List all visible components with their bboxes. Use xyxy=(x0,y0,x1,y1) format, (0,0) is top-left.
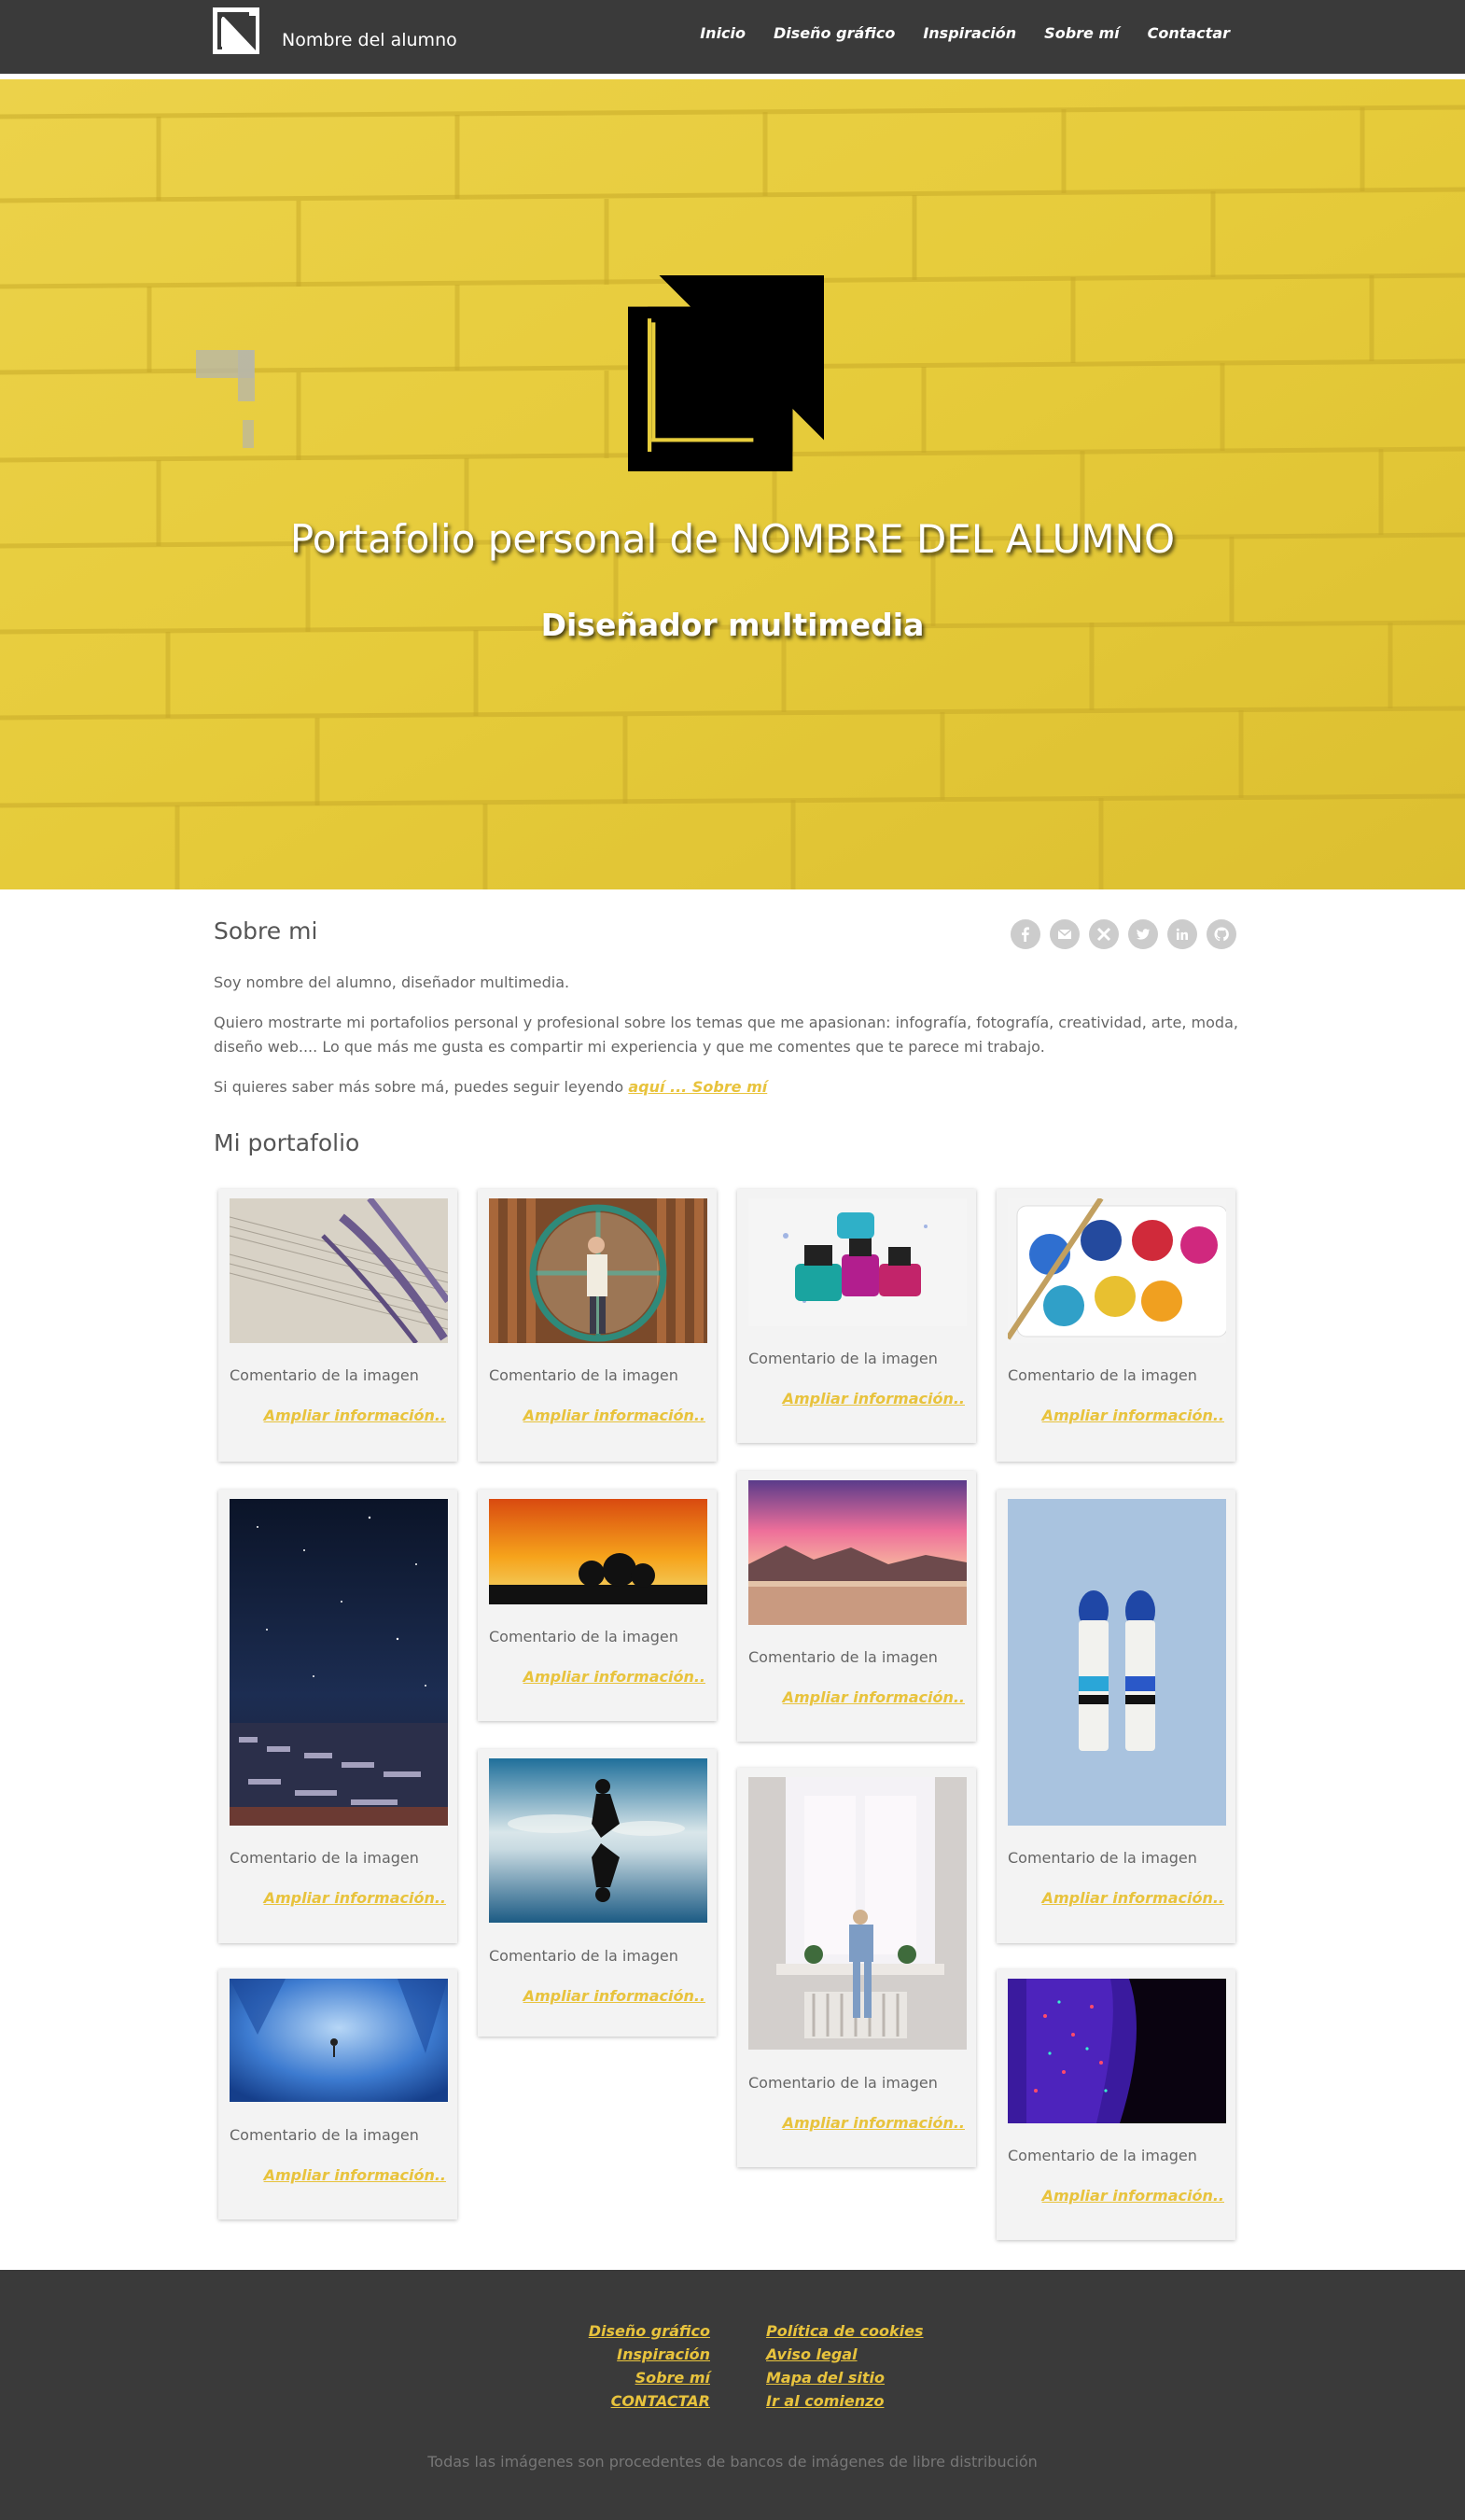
tool-icon[interactable] xyxy=(1089,919,1119,949)
footer-link-diseno-grafico[interactable]: Diseño gráfico xyxy=(589,2321,710,2341)
footer-link-ir-comienzo[interactable]: Ir al comienzo xyxy=(766,2391,884,2411)
footer-links-left: Diseño gráfico Inspiración Sobre mí CONT… xyxy=(589,2321,710,2411)
about-paragraph-3-text: Si quieres saber más sobre má, puedes se… xyxy=(214,1078,629,1096)
footer-note: Todas las imágenes son procedentes de ba… xyxy=(427,2453,1038,2471)
card-caption: Comentario de la imagen xyxy=(1008,2147,1197,2164)
portfolio-card[interactable]: Comentario de la imagen Ampliar informac… xyxy=(997,1969,1235,2240)
card-caption: Comentario de la imagen xyxy=(748,1350,938,1367)
card-caption: Comentario de la imagen xyxy=(230,1849,419,1867)
brand-name: Nombre del alumno xyxy=(282,30,457,50)
card-more-link[interactable]: Ampliar información.. xyxy=(264,2166,446,2184)
about-paragraph-3: Si quieres saber más sobre má, puedes se… xyxy=(214,1075,1249,1099)
card-more-link[interactable]: Ampliar información.. xyxy=(783,2114,965,2132)
about-more-link[interactable]: aquí ... Sobre mí xyxy=(628,1078,767,1096)
orange-sunset-trees-photo[interactable] xyxy=(489,1499,707,1604)
woman-window-sill-photo[interactable] xyxy=(748,1777,967,2050)
card-caption: Comentario de la imagen xyxy=(748,2074,938,2092)
facebook-icon[interactable] xyxy=(1011,919,1040,949)
portfolio-card[interactable]: Comentario de la imagen Ampliar informac… xyxy=(218,1969,457,2219)
portfolio-card[interactable]: Comentario de la imagen Ampliar informac… xyxy=(478,1189,717,1462)
linkedin-icon[interactable] xyxy=(1167,919,1197,949)
nav-item-inspiracion[interactable]: Inspiración xyxy=(923,24,1016,42)
portfolio-card[interactable]: Comentario de la imagen Ampliar informac… xyxy=(737,1189,976,1443)
card-caption: Comentario de la imagen xyxy=(230,2126,419,2144)
card-more-link[interactable]: Ampliar información.. xyxy=(1042,1889,1224,1907)
card-caption: Comentario de la imagen xyxy=(748,1648,938,1666)
portfolio-card[interactable]: Comentario de la imagen Ampliar informac… xyxy=(218,1189,457,1462)
logo-icon xyxy=(213,7,259,54)
portfolio-card[interactable]: Comentario de la imagen Ampliar informac… xyxy=(997,1490,1235,1943)
card-more-link[interactable]: Ampliar información.. xyxy=(783,1390,965,1407)
footer-link-mapa-sitio[interactable]: Mapa del sitio xyxy=(766,2368,885,2387)
nav-item-sobre-mi[interactable]: Sobre mí xyxy=(1044,24,1119,42)
portfolio-title: Mi portafolio xyxy=(214,1129,360,1156)
footer-link-cookies[interactable]: Política de cookies xyxy=(766,2321,924,2341)
blue-ice-cave-photo[interactable] xyxy=(230,1979,448,2102)
about-paragraph-1: Soy nombre del alumno, diseñador multime… xyxy=(214,973,570,991)
nav-item-inicio[interactable]: Inicio xyxy=(700,24,746,42)
main-nav: Inicio Diseño gráfico Inspiración Sobre … xyxy=(700,24,1230,42)
card-caption: Comentario de la imagen xyxy=(1008,1849,1197,1867)
nav-item-diseno-grafico[interactable]: Diseño gráfico xyxy=(774,24,895,42)
footer-link-aviso-legal[interactable]: Aviso legal xyxy=(766,2345,858,2364)
email-icon[interactable] xyxy=(1050,919,1080,949)
hero-subtitle: Diseñador multimedia xyxy=(540,607,925,643)
portfolio-card[interactable]: Comentario de la imagen Ampliar informac… xyxy=(737,1768,976,2167)
paint-tubes-blue-photo[interactable] xyxy=(1008,1499,1226,1826)
about-text: Soy nombre del alumno, diseñador multime… xyxy=(214,971,1249,1115)
card-more-link[interactable]: Ampliar información.. xyxy=(523,1668,705,1686)
card-more-link[interactable]: Ampliar información.. xyxy=(1042,2187,1224,2205)
portfolio-card[interactable]: Comentario de la imagen Ampliar informac… xyxy=(218,1490,457,1943)
card-more-link[interactable]: Ampliar información.. xyxy=(264,1889,446,1907)
card-caption: Comentario de la imagen xyxy=(1008,1366,1197,1384)
card-caption: Comentario de la imagen xyxy=(489,1628,678,1645)
site-footer: Diseño gráfico Inspiración Sobre mí CONT… xyxy=(0,2270,1465,2520)
nail-polish-bottles-photo[interactable] xyxy=(748,1198,967,1326)
card-more-link[interactable]: Ampliar información.. xyxy=(1042,1407,1224,1424)
top-navbar: Nombre del alumno Inicio Diseño gráfico … xyxy=(0,0,1465,77)
footer-link-sobre-mi[interactable]: Sobre mí xyxy=(635,2368,710,2387)
silhouette-reflection-photo[interactable] xyxy=(489,1758,707,1923)
watercolor-palette-photo[interactable] xyxy=(1008,1198,1226,1343)
brand[interactable]: Nombre del alumno xyxy=(213,7,457,54)
about-title: Sobre mi xyxy=(214,917,318,945)
footer-links-right: Política de cookies Aviso legal Mapa del… xyxy=(766,2321,924,2411)
footer-link-inspiracion[interactable]: Inspiración xyxy=(617,2345,710,2364)
yellow-brick-wall-image xyxy=(0,79,1465,889)
card-caption: Comentario de la imagen xyxy=(489,1947,678,1965)
card-more-link[interactable]: Ampliar información.. xyxy=(264,1407,446,1424)
portfolio-card[interactable]: Comentario de la imagen Ampliar informac… xyxy=(997,1189,1235,1462)
card-caption: Comentario de la imagen xyxy=(230,1366,419,1384)
card-more-link[interactable]: Ampliar información.. xyxy=(523,1987,705,2005)
hero-banner: Portafolio personal de NOMBRE DEL ALUMNO… xyxy=(0,79,1465,889)
starry-night-town-photo[interactable] xyxy=(230,1499,448,1826)
portfolio-card[interactable]: Comentario de la imagen Ampliar informac… xyxy=(478,1749,717,2037)
social-links xyxy=(1011,919,1236,949)
card-more-link[interactable]: Ampliar información.. xyxy=(523,1407,705,1424)
pink-sky-beach-photo[interactable] xyxy=(748,1480,967,1625)
lavender-sheet-music-photo[interactable] xyxy=(230,1198,448,1343)
nav-item-contactar[interactable]: Contactar xyxy=(1148,24,1230,42)
footer-link-contactar[interactable]: CONTACTAR xyxy=(611,2391,710,2411)
woman-wheel-window-photo[interactable] xyxy=(489,1198,707,1343)
github-icon[interactable] xyxy=(1207,919,1236,949)
portfolio-card[interactable]: Comentario de la imagen Ampliar informac… xyxy=(478,1490,717,1721)
portfolio-card[interactable]: Comentario de la imagen Ampliar informac… xyxy=(737,1471,976,1742)
about-paragraph-2: Quiero mostrarte mi portafolios personal… xyxy=(214,1014,1238,1056)
hero-title: Portafolio personal de NOMBRE DEL ALUMNO xyxy=(289,516,1176,562)
twitter-icon[interactable] xyxy=(1128,919,1158,949)
card-more-link[interactable]: Ampliar información.. xyxy=(783,1688,965,1706)
hero-logo-icon xyxy=(628,275,824,471)
neon-glitter-face-photo[interactable] xyxy=(1008,1979,1226,2123)
card-caption: Comentario de la imagen xyxy=(489,1366,678,1384)
